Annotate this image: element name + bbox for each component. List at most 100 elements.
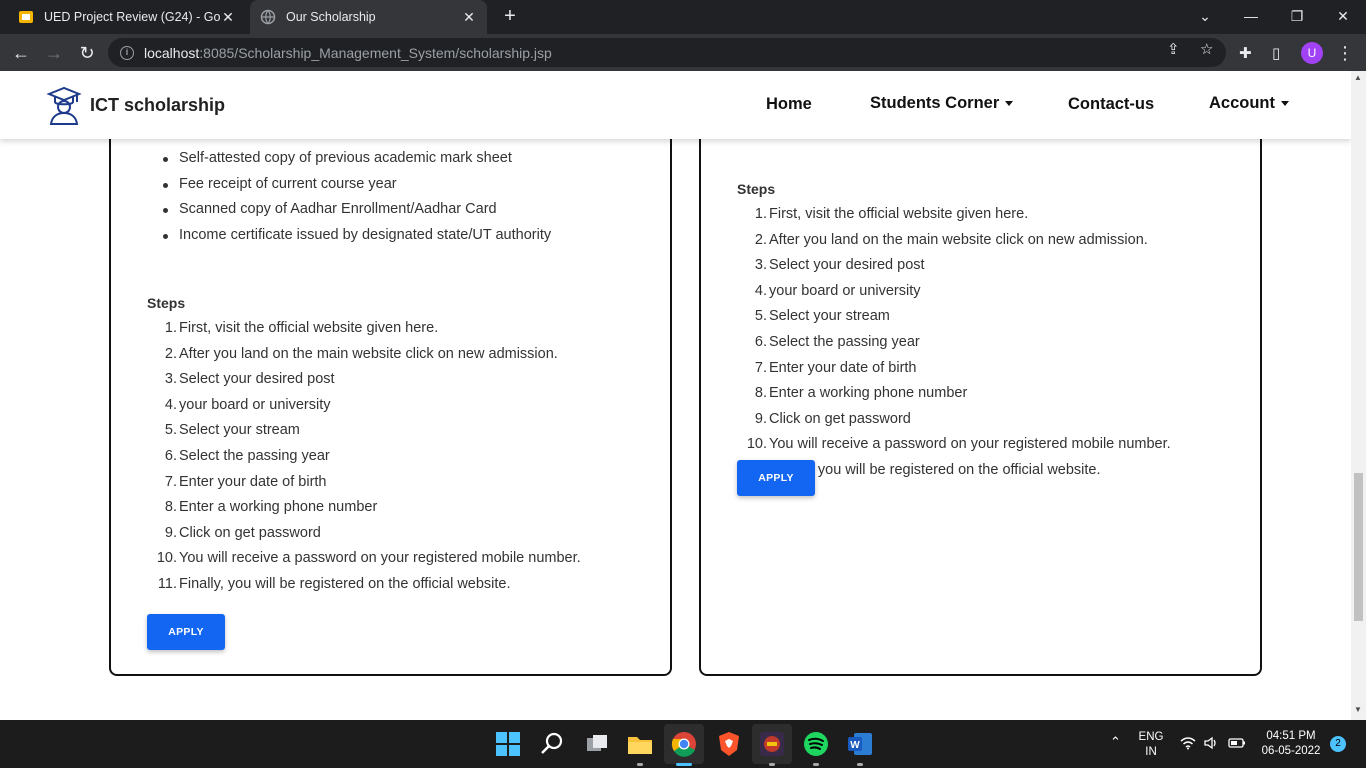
documents-list: Self-attested copy of previous academic … — [147, 146, 551, 248]
extensions-puzzle-icon[interactable]: ✚ — [1239, 44, 1252, 62]
globe-icon — [260, 9, 276, 25]
site-navbar: ICT scholarship Home Students Corner Con… — [0, 71, 1351, 139]
list-item: Income certificate issued by designated … — [147, 223, 551, 249]
word-icon[interactable]: W — [846, 730, 874, 758]
scroll-up-icon[interactable]: ▲ — [1354, 73, 1362, 82]
tab-search-icon[interactable]: ⌄ — [1182, 0, 1228, 34]
battery-icon[interactable] — [1228, 737, 1246, 749]
close-tab-icon[interactable]: ✕ — [461, 9, 477, 26]
page-scrollbar[interactable]: ▲ ▼ — [1351, 71, 1366, 720]
list-item: 7. Enter your date of birth — [164, 473, 327, 490]
list-item: 5. Select your stream — [754, 308, 890, 325]
url-host: localhost — [144, 44, 200, 61]
forward-arrow-icon[interactable]: → — [41, 40, 67, 66]
list-item: 9. Click on get password — [754, 410, 911, 427]
page-viewport: Self-attested copy of previous academic … — [0, 71, 1351, 720]
volume-icon[interactable] — [1203, 736, 1219, 750]
clock[interactable]: 04:51 PM 06-05-2022 — [1256, 729, 1326, 759]
show-hidden-icons-icon[interactable]: ⌃ — [1110, 734, 1121, 750]
language-indicator[interactable]: ENG IN — [1136, 730, 1166, 760]
list-item: 11.Finally, you will be registered on th… — [157, 575, 511, 592]
steps-heading: Steps — [147, 295, 186, 311]
windows-start-icon[interactable] — [494, 730, 522, 758]
close-tab-icon[interactable]: ✕ — [220, 9, 236, 26]
chrome-icon[interactable] — [670, 730, 698, 758]
list-item: 8. Enter a working phone number — [164, 499, 378, 516]
list-item: 9. Click on get password — [164, 524, 321, 541]
profile-avatar[interactable]: U — [1301, 42, 1323, 64]
list-item: 6. Select the passing year — [754, 333, 920, 350]
list-item: 3. Select your desired post — [164, 371, 335, 388]
site-info-icon[interactable]: i — [120, 45, 134, 60]
back-arrow-icon[interactable]: ← — [8, 40, 34, 66]
graduate-logo-icon — [46, 86, 82, 125]
bookmark-star-icon[interactable]: ☆ — [1200, 40, 1213, 58]
nav-contact-us[interactable]: Contact-us — [1068, 95, 1154, 114]
nav-students-corner[interactable]: Students Corner — [870, 94, 1014, 113]
list-item: Self-attested copy of previous academic … — [147, 146, 551, 172]
new-tab-button[interactable]: + — [498, 4, 522, 28]
svg-text:W: W — [850, 740, 860, 751]
steps-list: 1. First, visit the official website give… — [737, 202, 1171, 484]
nav-account[interactable]: Account — [1209, 94, 1289, 113]
url-path: :8085/Scholarship_Management_System/scho… — [199, 44, 552, 61]
notification-badge[interactable]: 2 — [1330, 736, 1346, 752]
list-item: 4. your board or university — [754, 282, 921, 299]
list-item: 1. First, visit the official website give… — [164, 320, 439, 336]
taskbar-indicator — [813, 763, 819, 766]
scrollbar-thumb[interactable] — [1354, 473, 1363, 621]
taskbar-indicator — [857, 763, 863, 766]
list-item: 10. You will receive a password on your r… — [746, 436, 1171, 453]
steps-list: 1. First, visit the official website give… — [147, 316, 581, 598]
taskbar-indicator — [676, 763, 692, 766]
address-bar[interactable]: i localhost:8085/Scholarship_Management_… — [108, 38, 1226, 67]
google-slides-icon — [19, 11, 33, 23]
taskbar-indicator — [637, 763, 643, 766]
list-item: 7. Enter your date of birth — [754, 359, 917, 376]
list-item: 8. Enter a working phone number — [754, 385, 968, 402]
nav-home[interactable]: Home — [766, 95, 812, 114]
tab-title: UED Project Review (G24) - Goog — [44, 10, 220, 24]
file-explorer-icon[interactable] — [626, 730, 654, 758]
list-item: 1. First, visit the official website give… — [754, 206, 1029, 222]
list-item: 2. After you land on the main website cli… — [164, 345, 558, 362]
tab-our-scholarship[interactable]: Our Scholarship ✕ — [250, 0, 487, 34]
list-item: Scanned copy of Aadhar Enrollment/Aadhar… — [147, 197, 551, 223]
scholarship-card-left: Self-attested copy of previous academic … — [109, 111, 672, 676]
list-item: 10. You will receive a password on your r… — [156, 550, 581, 567]
spotify-icon[interactable] — [802, 730, 830, 758]
browser-tab-bar: UED Project Review (G24) - Goog ✕ Our Sc… — [0, 0, 1366, 34]
taskbar-indicator — [769, 763, 775, 766]
browser-toolbar: ← → ↻ i localhost:8085/Scholarship_Manag… — [0, 34, 1366, 71]
restore-button[interactable]: ❐ — [1274, 0, 1320, 34]
side-panel-icon[interactable]: ▯ — [1272, 44, 1280, 62]
steps-heading: Steps — [737, 181, 776, 197]
caret-down-icon — [1281, 101, 1289, 107]
list-item: 6. Select the passing year — [164, 447, 330, 464]
tab-ued-project-review[interactable]: UED Project Review (G24) - Goog ✕ — [8, 0, 246, 34]
list-item: Fee receipt of current course year — [147, 172, 551, 198]
scroll-down-icon[interactable]: ▼ — [1354, 705, 1362, 714]
steps-section: Steps 1. First, visit the official websit… — [147, 291, 581, 598]
windows-taskbar: W ⌃ ENG IN 04:51 PM 06-05-2022 — [0, 720, 1366, 768]
game-app-icon[interactable] — [758, 730, 786, 758]
apply-button-left[interactable]: APPLY — [147, 614, 225, 650]
scholarship-card-right: Steps 1. First, visit the official websit… — [699, 111, 1262, 676]
minimize-button[interactable]: — — [1228, 0, 1274, 34]
list-item: 4. your board or university — [164, 396, 331, 413]
apply-button-right[interactable]: APPLY — [737, 460, 815, 496]
brave-icon[interactable] — [715, 730, 743, 758]
browser-menu-icon[interactable]: ⋮ — [1336, 40, 1354, 66]
share-icon[interactable]: ⇪ — [1167, 40, 1180, 58]
caret-down-icon — [1005, 101, 1014, 107]
search-icon[interactable] — [538, 730, 566, 758]
steps-section: Steps 1. First, visit the official websit… — [737, 177, 1171, 484]
reload-icon[interactable]: ↻ — [74, 40, 100, 66]
list-item: 2. After you land on the main website cli… — [754, 231, 1148, 248]
window-close-button[interactable]: ✕ — [1320, 0, 1366, 34]
task-view-icon[interactable] — [583, 730, 611, 758]
tab-title: Our Scholarship — [286, 10, 376, 24]
wifi-icon[interactable] — [1180, 736, 1196, 750]
brand[interactable]: ICT scholarship — [46, 85, 225, 125]
list-item: 3. Select your desired post — [754, 257, 925, 274]
